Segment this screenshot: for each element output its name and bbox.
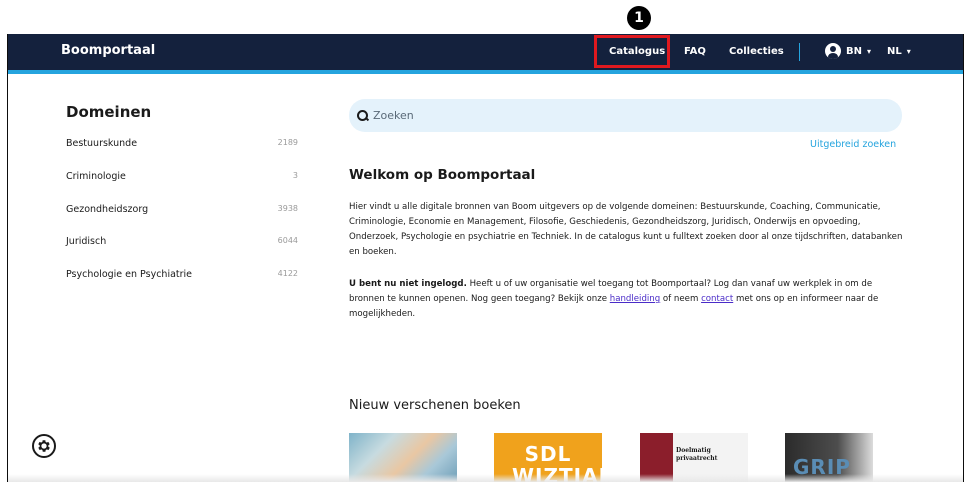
- step-number-badge: 1: [627, 6, 651, 30]
- domain-count: 3938: [277, 204, 298, 213]
- advanced-search-link[interactable]: Uitgebreid zoeken: [810, 139, 896, 150]
- top-navbar: Boomportaal Catalogus FAQ Collecties BN …: [8, 34, 963, 74]
- domain-item-criminologie[interactable]: Criminologie 3: [66, 171, 298, 182]
- domain-item-bestuurskunde[interactable]: Bestuurskunde 2189: [66, 138, 298, 149]
- search-icon: [357, 109, 369, 122]
- domain-label: Psychologie en Psychiatrie: [66, 269, 193, 280]
- brand-logo[interactable]: Boomportaal: [61, 43, 155, 58]
- browser-viewport: Boomportaal Catalogus FAQ Collecties BN …: [8, 34, 963, 482]
- domain-item-psychologie[interactable]: Psychologie en Psychiatrie 4122: [66, 269, 298, 280]
- user-circle-icon: [825, 43, 841, 59]
- domain-count: 6044: [277, 236, 298, 245]
- nav-collecties[interactable]: Collecties: [729, 46, 784, 57]
- language-label: NL: [887, 46, 902, 57]
- nav-faq[interactable]: FAQ: [684, 46, 706, 57]
- login-status: U bent nu niet ingelogd.: [349, 279, 467, 289]
- book-cover-text: Doelmatig privaatrecht: [676, 447, 718, 462]
- domain-label: Juridisch: [66, 236, 107, 247]
- chevron-down-icon: ▾: [867, 46, 872, 56]
- settings-button[interactable]: [32, 434, 56, 458]
- domain-count: 2189: [277, 138, 298, 147]
- search-bar[interactable]: [349, 99, 902, 132]
- domain-label: Bestuurskunde: [66, 138, 138, 149]
- handleiding-link[interactable]: handleiding: [610, 294, 660, 304]
- user-initials: BN: [846, 45, 862, 57]
- welcome-title: Welkom op Boomportaal: [349, 167, 536, 183]
- login-text-part: of neem: [660, 294, 702, 304]
- catalogus-highlight: [594, 35, 670, 68]
- nav-divider: [799, 43, 800, 61]
- bottom-shadow: [8, 474, 963, 482]
- new-books-title: Nieuw verschenen boeken: [349, 398, 521, 413]
- login-paragraph: U bent nu niet ingelogd. Heeft u of uw o…: [349, 277, 909, 322]
- domain-count: 3: [292, 171, 298, 180]
- language-menu[interactable]: NL ▾: [887, 46, 911, 57]
- intro-paragraph: Hier vindt u alle digitale bronnen van B…: [349, 202, 903, 257]
- chevron-down-icon: ▾: [906, 47, 911, 56]
- user-menu[interactable]: BN ▾: [825, 43, 871, 59]
- search-input[interactable]: [371, 108, 855, 123]
- contact-link[interactable]: contact: [701, 294, 733, 304]
- domain-item-gezondheidszorg[interactable]: Gezondheidszorg 3938: [66, 204, 298, 215]
- domain-label: Criminologie: [66, 171, 126, 182]
- domain-label: Gezondheidszorg: [66, 204, 149, 215]
- sidebar-title: Domeinen: [66, 103, 152, 121]
- domain-item-juridisch[interactable]: Juridisch 6044: [66, 236, 298, 247]
- domain-count: 4122: [277, 269, 298, 278]
- gear-icon: [38, 440, 50, 452]
